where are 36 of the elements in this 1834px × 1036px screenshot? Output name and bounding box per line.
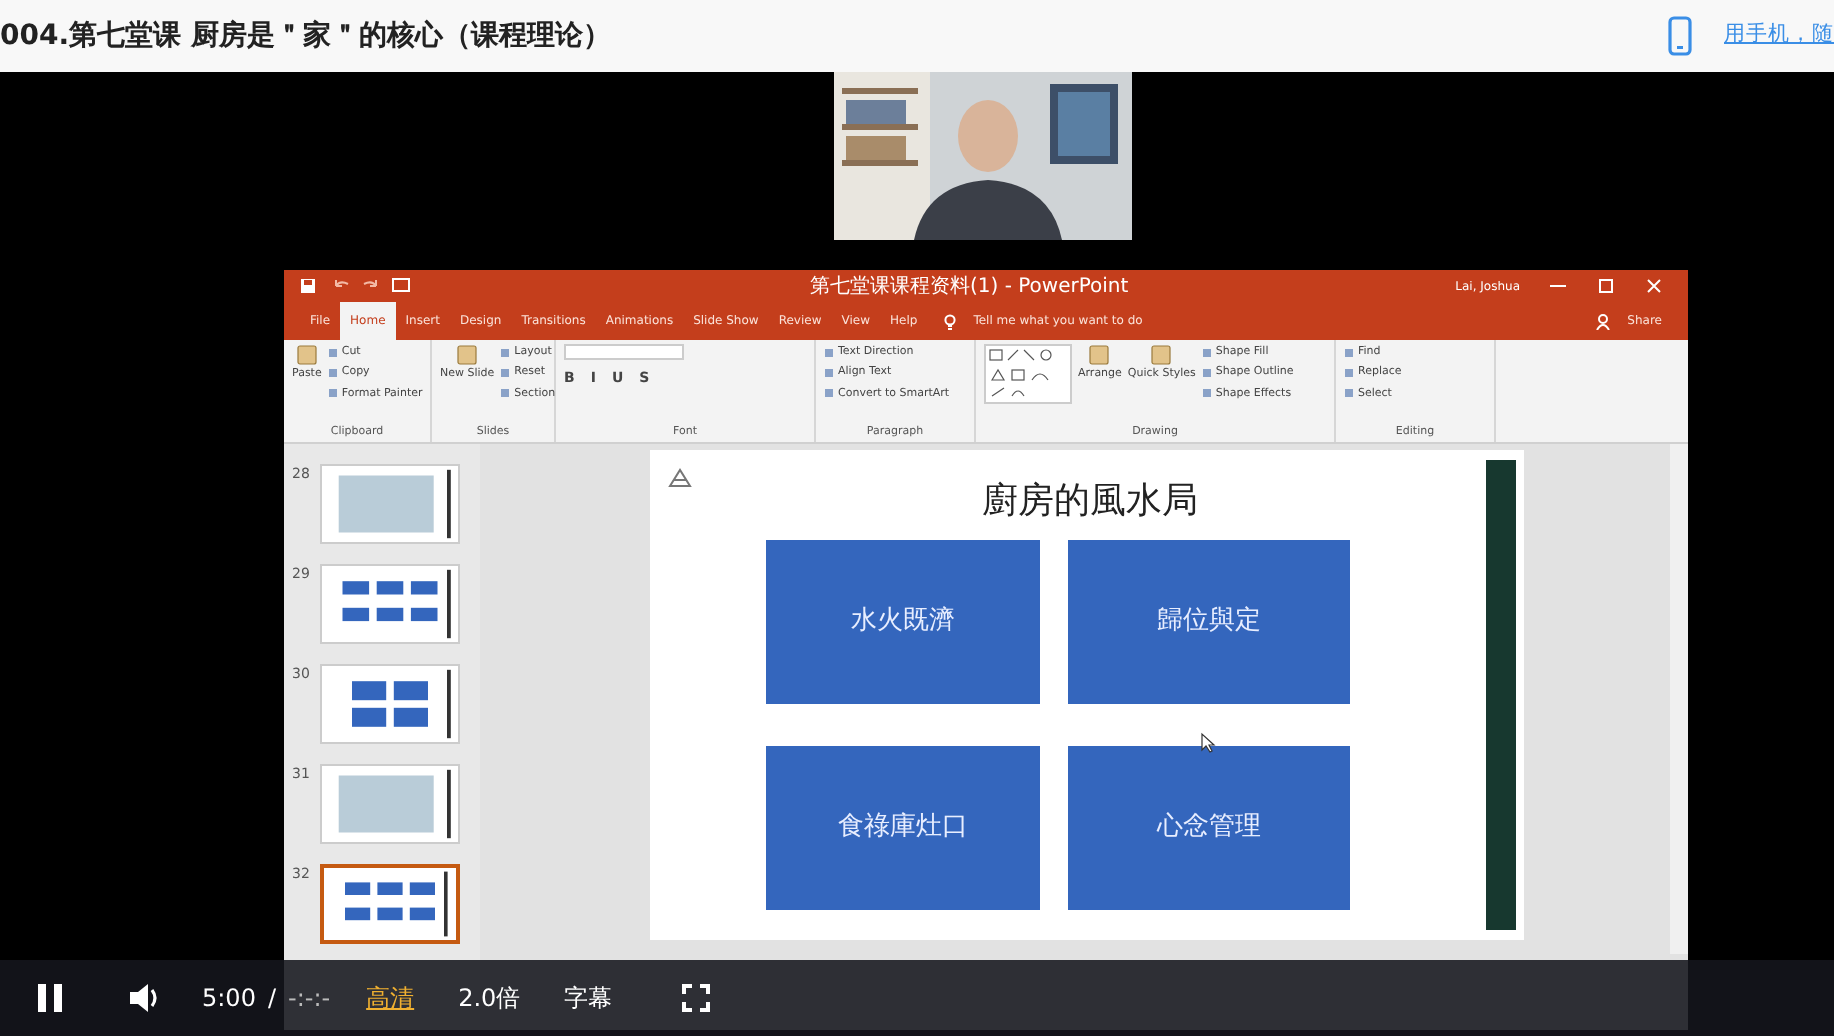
slide-box: 心念管理	[1068, 746, 1350, 910]
pointer-icon	[1200, 732, 1216, 754]
sketch-icon	[666, 466, 694, 490]
restore-icon[interactable]	[1596, 278, 1616, 294]
slide-thumbnail[interactable]	[320, 764, 460, 844]
quality-button[interactable]: 高清	[366, 980, 415, 1016]
close-icon[interactable]	[1644, 278, 1664, 294]
ribbon-icon	[1088, 344, 1111, 366]
slide-title: 廚房的風水局	[980, 478, 1200, 526]
duration: -:-:-	[288, 982, 331, 1016]
slide-thumbnail[interactable]	[320, 464, 460, 544]
subtitles-button[interactable]: 字幕	[564, 980, 613, 1016]
shapes-gallery[interactable]	[984, 344, 1072, 404]
ribbon-icon	[295, 344, 318, 366]
time-separator: /	[267, 982, 276, 1016]
slide-thumbnail[interactable]	[320, 864, 460, 944]
current-time: 5:00	[202, 982, 256, 1016]
slide-thumbnail[interactable]	[320, 564, 460, 644]
lightbulb-icon	[943, 313, 956, 329]
slideshow-icon[interactable]	[392, 278, 410, 294]
ribbon-icon	[456, 344, 479, 366]
pause-icon[interactable]	[34, 980, 66, 1016]
fullscreen-icon[interactable]	[682, 984, 711, 1012]
slide-box: 歸位與定	[1068, 540, 1350, 704]
slide-thumbnail[interactable]	[320, 664, 460, 744]
font-name-field[interactable]	[564, 344, 684, 360]
person-icon	[1595, 313, 1610, 329]
slide-box: 食祿庫灶口	[766, 746, 1040, 910]
ribbon-icon	[1150, 344, 1173, 366]
window-title: 第七堂课课程资料(1) - PowerPoint	[810, 273, 1129, 301]
speed-button[interactable]: 2.0倍	[458, 980, 521, 1016]
phone-icon[interactable]	[1668, 16, 1692, 56]
slide-box: 水火既濟	[766, 540, 1040, 704]
save-icon[interactable]	[300, 278, 316, 294]
video-title: 004.第七堂课 厨房是＂家＂的核心（课程理论）	[0, 17, 611, 55]
scroll-bar[interactable]	[1670, 444, 1688, 954]
